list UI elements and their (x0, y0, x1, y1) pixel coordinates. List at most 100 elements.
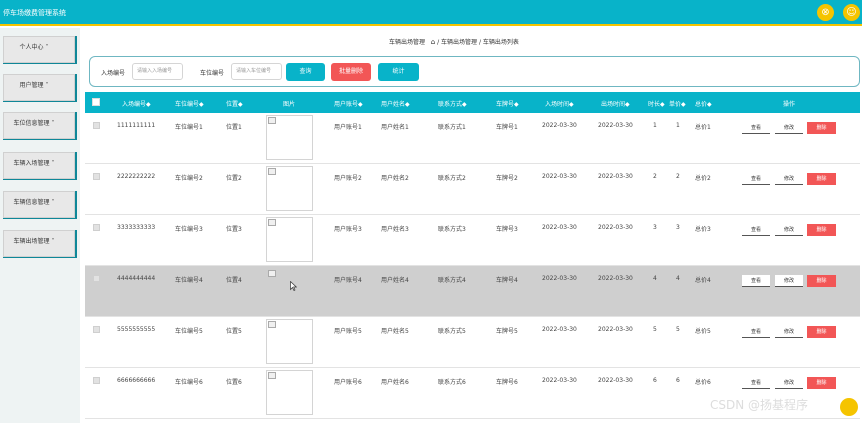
header-out-time[interactable]: 出场时间◆ (601, 99, 630, 108)
cell-position: 位置2 (226, 175, 242, 182)
view-button[interactable]: 查看 (742, 224, 770, 236)
cell-total: 总价5 (695, 328, 711, 335)
cell-total: 总价6 (695, 379, 711, 386)
sidebar-item-label: 车辆信息管理 (13, 198, 50, 206)
sidebar-item-label: 车位信息管理 (13, 119, 50, 127)
delete-button[interactable]: 删除 (807, 275, 836, 287)
sidebar-item-spot-info-management[interactable]: 车位信息管理 ˅ (3, 112, 77, 140)
user-avatar-icon[interactable]: ☺ (843, 4, 860, 21)
cell-total: 总价3 (695, 226, 711, 233)
delete-button[interactable]: 删除 (807, 173, 836, 185)
breadcrumb: 车辆出场管理 ⌂ / 车辆出场管理 / 车辆出场列表 (389, 37, 519, 46)
spot-no-input[interactable]: 请输入车位编号 (231, 63, 282, 80)
row-checkbox[interactable] (93, 224, 100, 231)
row-checkbox[interactable] (93, 275, 100, 282)
table-row: 1111111111 车位编号1 位置1 用户账号1 用户姓名1 联系方式1 车… (85, 113, 860, 164)
header-unit-price[interactable]: 单价◆ (669, 99, 686, 108)
floating-chat-icon[interactable] (840, 398, 858, 416)
table-row: 2222222222 车位编号2 位置2 用户账号2 用户姓名2 联系方式2 车… (85, 164, 860, 215)
cell-plate: 车牌号3 (496, 226, 518, 233)
header-in-time[interactable]: 入场时间◆ (545, 99, 574, 108)
broken-image-icon (268, 321, 276, 328)
delete-button[interactable]: 删除 (807, 377, 836, 389)
table-row: 4444444444 车位编号4 位置4 用户账号4 用户姓名4 联系方式4 车… (85, 266, 860, 317)
chevron-down-icon: ˅ (45, 43, 49, 51)
edit-button[interactable]: 修改 (775, 326, 803, 338)
cell-unit-price: 4 (676, 275, 680, 282)
cell-user-name: 用户姓名2 (381, 175, 409, 182)
spot-no-label: 车位编号 (200, 70, 225, 77)
header-contact[interactable]: 联系方式◆ (438, 99, 467, 108)
cell-position: 位置3 (226, 226, 242, 233)
cell-duration: 6 (653, 377, 657, 384)
cell-duration: 3 (653, 224, 657, 231)
row-checkbox[interactable] (93, 173, 100, 180)
search-panel: 入场编号 请输入入场编号 车位编号 请输入车位编号 查询 批量删除 统计 (89, 56, 860, 87)
header-duration[interactable]: 时长◆ (648, 99, 665, 108)
sidebar-item-vehicle-info-management[interactable]: 车辆信息管理 ˅ (3, 191, 77, 219)
sidebar-item-personal-center[interactable]: 个人中心 ˅ (3, 36, 77, 64)
cell-contact: 联系方式5 (438, 328, 466, 335)
cell-position: 位置1 (226, 124, 242, 131)
sidebar: 个人中心 ˅ 用户管理 ˅ 车位信息管理 ˅ 车辆入场管理 ˅ 车辆信息管理 ˅… (0, 28, 80, 423)
view-button[interactable]: 查看 (742, 326, 770, 338)
row-checkbox[interactable] (93, 326, 100, 333)
batch-delete-button[interactable]: 批量删除 (331, 63, 371, 81)
view-button[interactable]: 查看 (742, 275, 770, 287)
cell-spot-no: 车位编号5 (175, 328, 203, 335)
select-all-checkbox[interactable] (92, 98, 100, 106)
chevron-down-icon: ˅ (51, 119, 55, 127)
cell-in-time: 2022-03-30 (542, 377, 577, 384)
header-entry-no[interactable]: 入场编号◆ (122, 99, 151, 108)
home-icon[interactable]: ⌂ (431, 38, 435, 46)
sidebar-item-vehicle-exit-management[interactable]: 车辆出场管理 ˅ (3, 230, 77, 258)
cell-contact: 联系方式2 (438, 175, 466, 182)
cell-contact: 联系方式6 (438, 379, 466, 386)
cell-entry-no: 6666666666 (117, 377, 156, 384)
edit-button[interactable]: 修改 (775, 122, 803, 134)
entry-no-label: 入场编号 (101, 70, 126, 77)
cell-plate: 车牌号1 (496, 124, 518, 131)
delete-button[interactable]: 删除 (807, 326, 836, 338)
delete-button[interactable]: 删除 (807, 224, 836, 236)
edit-button[interactable]: 修改 (775, 377, 803, 389)
table-row: 5555555555 车位编号5 位置5 用户账号5 用户姓名5 联系方式5 车… (85, 317, 860, 368)
cell-in-time: 2022-03-30 (542, 275, 577, 282)
breadcrumb-rest: / 车辆出场管理 / 车辆出场列表 (437, 39, 519, 46)
view-button[interactable]: 查看 (742, 122, 770, 134)
query-button[interactable]: 查询 (286, 63, 325, 81)
cell-total: 总价1 (695, 124, 711, 131)
view-button[interactable]: 查看 (742, 377, 770, 389)
delete-button[interactable]: 删除 (807, 122, 836, 134)
header-user-account[interactable]: 用户账号◆ (334, 99, 363, 108)
header-total[interactable]: 总价◆ (695, 99, 712, 108)
chevron-down-icon: ˅ (51, 198, 55, 206)
cell-in-time: 2022-03-30 (542, 224, 577, 231)
close-icon[interactable]: ⊗ (817, 4, 834, 21)
edit-button[interactable]: 修改 (775, 275, 803, 287)
header-image: 图片 (283, 101, 296, 108)
header-user-name[interactable]: 用户姓名◆ (381, 99, 410, 108)
cell-user-name: 用户姓名3 (381, 226, 409, 233)
edit-button[interactable]: 修改 (775, 173, 803, 185)
header-spot-no[interactable]: 车位编号◆ (175, 99, 204, 108)
vehicle-image (266, 166, 313, 211)
sidebar-item-user-management[interactable]: 用户管理 ˅ (3, 74, 77, 102)
sidebar-item-vehicle-entry-management[interactable]: 车辆入场管理 ˅ (3, 152, 77, 180)
cell-spot-no: 车位编号3 (175, 226, 203, 233)
header-plate[interactable]: 车牌号◆ (496, 99, 519, 108)
view-button[interactable]: 查看 (742, 173, 770, 185)
entry-no-input[interactable]: 请输入入场编号 (132, 63, 183, 80)
sidebar-item-label: 用户管理 (19, 81, 44, 89)
cell-duration: 5 (653, 326, 657, 333)
cell-contact: 联系方式1 (438, 124, 466, 131)
row-checkbox[interactable] (93, 377, 100, 384)
stats-button[interactable]: 统计 (378, 63, 419, 81)
cell-in-time: 2022-03-30 (542, 122, 577, 129)
breadcrumb-first[interactable]: 车辆出场管理 (389, 39, 425, 46)
header-position[interactable]: 位置◆ (226, 99, 243, 108)
vehicle-image (266, 217, 313, 262)
row-checkbox[interactable] (93, 122, 100, 129)
edit-button[interactable]: 修改 (775, 224, 803, 236)
cell-spot-no: 车位编号2 (175, 175, 203, 182)
